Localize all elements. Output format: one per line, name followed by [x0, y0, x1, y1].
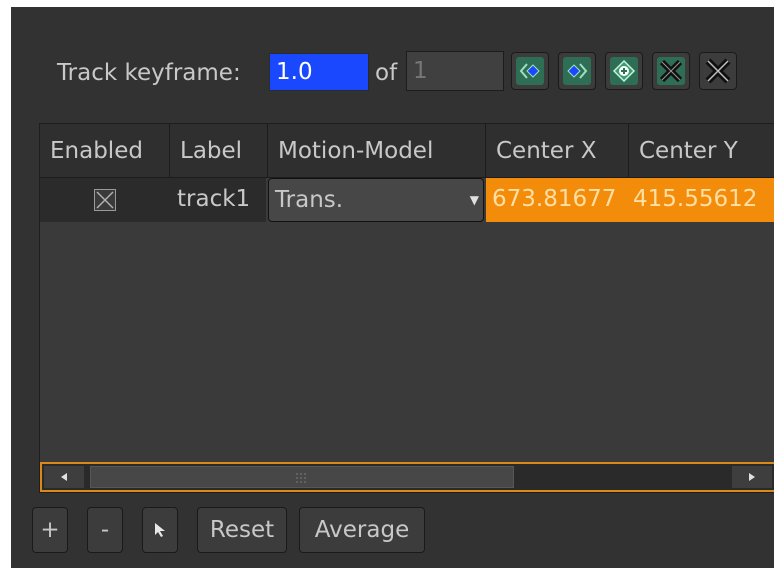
keyframe-current-input[interactable]: 1.0	[269, 53, 369, 91]
dropdown-arrow-icon: ▼	[469, 193, 479, 207]
scroll-thumb[interactable]	[90, 466, 514, 488]
add-track-button[interactable]: +	[32, 507, 68, 553]
clear-keyframes-icon	[705, 58, 731, 84]
enabled-cell	[40, 178, 170, 222]
reset-button[interactable]: Reset	[197, 507, 287, 553]
column-header-motion-model[interactable]: Motion-Model	[268, 124, 486, 178]
select-button[interactable]	[142, 507, 178, 553]
add-keyframe-icon	[610, 57, 638, 85]
track-panel: Track keyframe: 1.0 of 1 Enabled Label M…	[11, 7, 774, 568]
center-x-cell[interactable]: 673.81677	[486, 178, 629, 222]
previous-keyframe-icon	[516, 57, 544, 85]
column-header-label[interactable]: Label	[170, 124, 268, 178]
checkmark-x-icon	[96, 191, 114, 209]
remove-keyframe-button[interactable]	[652, 52, 690, 90]
keyframe-total-field: 1	[406, 51, 504, 91]
table-header: Enabled Label Motion-Model Center X Cent…	[40, 124, 774, 178]
center-y-cell[interactable]: 415.55612	[629, 178, 774, 222]
select-pointer-icon	[155, 523, 165, 537]
column-header-center-y[interactable]: Center Y	[629, 124, 774, 178]
scroll-left-arrow-icon	[61, 473, 67, 481]
horizontal-scrollbar[interactable]	[40, 462, 774, 492]
scroll-right-arrow-icon	[749, 473, 755, 481]
remove-track-button[interactable]: -	[87, 507, 123, 553]
enabled-checkbox[interactable]	[94, 189, 116, 211]
previous-keyframe-button[interactable]	[511, 52, 549, 90]
column-header-center-x[interactable]: Center X	[486, 124, 629, 178]
next-keyframe-button[interactable]	[558, 52, 596, 90]
column-header-enabled[interactable]: Enabled	[40, 124, 170, 178]
tracks-table: Enabled Label Motion-Model Center X Cent…	[39, 123, 774, 493]
scroll-right-button[interactable]	[732, 466, 772, 488]
next-keyframe-icon	[563, 57, 591, 85]
track-keyframe-label: Track keyframe:	[57, 60, 241, 86]
grip-icon	[296, 473, 306, 483]
average-button[interactable]: Average	[299, 507, 425, 553]
scroll-left-button[interactable]	[44, 466, 84, 488]
motion-model-value: Trans.	[275, 187, 344, 213]
add-keyframe-button[interactable]	[605, 52, 643, 90]
track-label-cell[interactable]: track1	[170, 178, 266, 222]
keyframe-of-label: of	[375, 60, 398, 86]
clear-keyframes-button[interactable]	[699, 52, 737, 90]
table-row[interactable]: track1 Trans. ▼ 673.81677 415.55612	[40, 178, 774, 222]
remove-keyframe-icon	[657, 57, 685, 85]
motion-model-dropdown[interactable]: Trans. ▼	[268, 178, 484, 222]
